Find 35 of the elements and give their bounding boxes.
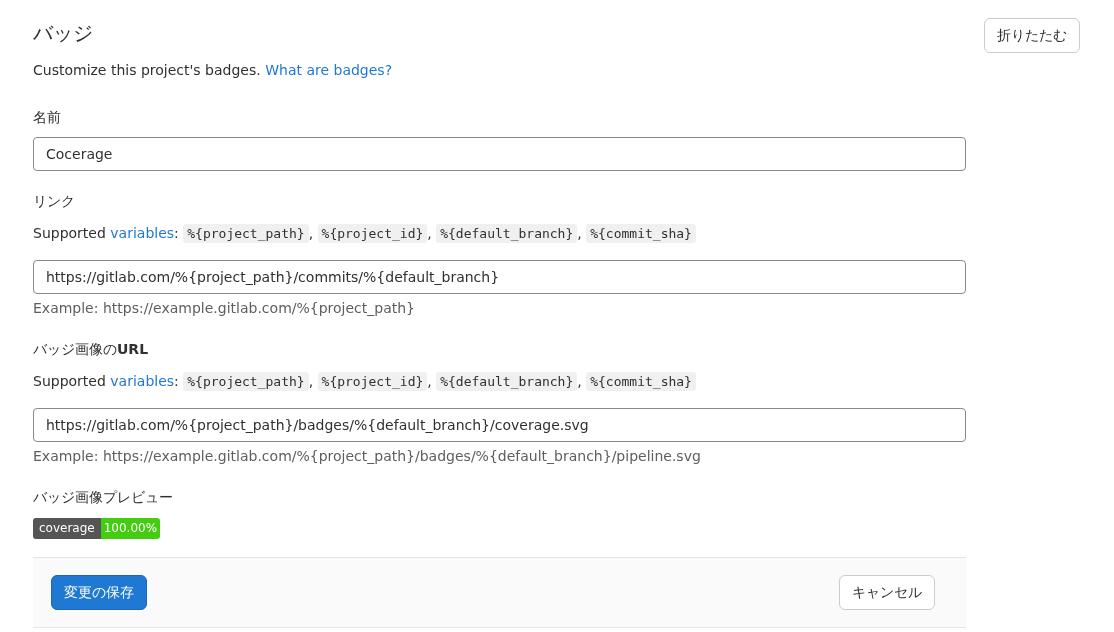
variable-code: %{commit_sha} — [586, 372, 696, 391]
variable-code: %{default_branch} — [436, 224, 578, 243]
cancel-button[interactable]: キャンセル — [839, 575, 935, 610]
badge-subject: coverage — [33, 518, 101, 539]
preview-label: バッジ画像プレビュー — [33, 488, 173, 507]
separator-text: , — [427, 373, 432, 389]
example-text: Example: https://example.gitlab.com/%{project_path}/badges/%{default_branch}/pipeline.svg — [33, 447, 702, 466]
separator-text: , — [427, 225, 432, 241]
badge-status: 100.00% — [100, 518, 161, 539]
variable-code: %{project_id} — [317, 372, 428, 391]
save-button[interactable]: 変更の保存 — [51, 575, 147, 610]
supported-text: Supported — [33, 225, 106, 241]
description-text: Customize this project's badges. — [33, 62, 261, 78]
colon-text: : — [174, 225, 179, 241]
field-label: バッジ画像のURL — [33, 340, 149, 359]
example-text: Example: https://example.gitlab.com/%{project_path} — [33, 299, 417, 318]
variable-code: %{default_branch} — [436, 372, 578, 391]
separator-text: , — [577, 225, 582, 241]
help-link[interactable]: What are badges? — [265, 62, 393, 78]
name-input-field[interactable]: Cocerage — [33, 137, 966, 171]
collapse-button[interactable]: 折りたたむ — [984, 18, 1080, 53]
variable-code: %{project_id} — [317, 224, 428, 243]
section-title: バッジ — [33, 20, 94, 47]
variable-code: %{project_path} — [183, 372, 309, 391]
variable-code: %{commit_sha} — [586, 224, 696, 243]
separator-text: , — [577, 373, 582, 389]
separator-text: , — [308, 225, 314, 241]
separator-text: , — [308, 373, 314, 389]
supported-text: Supported — [33, 373, 106, 389]
variable-code: %{project_path} — [183, 224, 309, 243]
colon-text: : — [174, 373, 179, 389]
url-input-field[interactable]: https://gitlab.com/%{project_path}/badges/%{default_branch}/coverage.svg — [33, 408, 966, 442]
field-label: リンク — [33, 192, 75, 211]
url-input-field[interactable]: https://gitlab.com/%{project_path}/commits/%{default_branch} — [33, 260, 966, 294]
field-label: 名前 — [33, 108, 61, 127]
